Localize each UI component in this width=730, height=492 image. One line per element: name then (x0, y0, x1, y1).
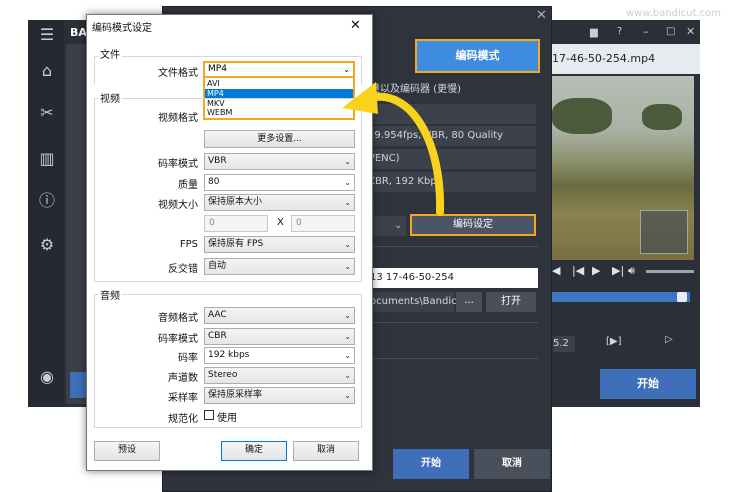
volume-slider[interactable] (646, 270, 694, 273)
seek-handle[interactable] (677, 292, 687, 302)
dialog-cancel-button[interactable]: 取消 (293, 441, 359, 461)
samplerate-label: 采样率 (168, 393, 198, 404)
watermark: www.bandicut.com (626, 8, 722, 19)
tutorial-arrow (342, 82, 445, 216)
next-icon[interactable]: ▶| (612, 264, 624, 277)
chevron-down-icon: ⌄ (344, 240, 351, 249)
close-icon[interactable]: ✕ (686, 25, 695, 38)
fps-label: FPS (179, 239, 198, 250)
volume-icon[interactable]: 🔊︎ (628, 264, 635, 278)
arrow-head (342, 82, 378, 114)
video-group-title: 视频 (98, 90, 122, 105)
dialog-title: 编码模式设定 (92, 23, 152, 34)
browse-folder-button[interactable]: ... (456, 292, 482, 312)
record-icon[interactable]: ◉ (38, 368, 56, 386)
minimize-icon[interactable]: – (643, 25, 649, 38)
open-folder-button[interactable]: 打开 (486, 292, 536, 312)
video-size-label: 视频大小 (158, 200, 198, 211)
output-dialog-close-icon[interactable]: ✕ (536, 8, 547, 23)
output-cancel-button[interactable]: 取消 (474, 449, 550, 479)
width-input[interactable]: 0 (204, 215, 268, 232)
seek-bar[interactable] (552, 292, 690, 302)
segments-icon[interactable]: ▥ (38, 150, 56, 168)
info-icon[interactable]: ⓘ (38, 192, 56, 210)
time-readout: 5.2 (553, 336, 575, 352)
video-format-label: 视频格式 (158, 113, 198, 124)
fps-select[interactable]: 保持原有 FPS ⌄ (204, 236, 355, 253)
menu-icon[interactable]: ☰ (38, 26, 56, 44)
normalize-checkbox-label[interactable]: 使用 (217, 409, 237, 424)
player-controls: ◀ |◀ ▶ ▶| 🔊︎ (552, 262, 700, 282)
minimap-overlay (640, 210, 688, 254)
cut-icon[interactable]: ✂ (38, 104, 56, 122)
output-start-button[interactable]: 开始 (393, 449, 469, 479)
dialog-close-icon[interactable]: ✕ (350, 18, 361, 33)
chevron-down-icon: ⌄ (344, 262, 351, 271)
gear-icon[interactable]: ⚙ (38, 236, 56, 254)
size-separator: X (277, 217, 284, 228)
chevron-down-icon: ⌄ (344, 311, 351, 320)
quality-label: 质量 (178, 180, 198, 191)
file-format-label: 文件格式 (158, 68, 198, 79)
help-icon[interactable]: ? (617, 26, 622, 37)
next-frame-icon[interactable]: |◀ (572, 264, 584, 277)
play-outline-icon[interactable]: ▷ (665, 334, 673, 345)
divider (360, 322, 538, 323)
bitrate-select[interactable]: 192 kbps ⌄ (204, 347, 355, 364)
channels-select[interactable]: Stereo ⌄ (204, 367, 355, 384)
chevron-down-icon: ⌄ (344, 332, 351, 341)
prev-icon[interactable]: ◀ (552, 264, 560, 277)
samplerate-select[interactable]: 保持原采样率 ⌄ (204, 387, 355, 404)
preset-button[interactable]: 预设 (94, 441, 160, 461)
normalize-label: 规范化 (168, 414, 198, 425)
channels-label: 声道数 (168, 373, 198, 384)
frame-step-button[interactable]: [▶] (606, 336, 622, 347)
preview-filename: 17-46-50-254.mp4 (552, 44, 700, 74)
chevron-down-icon: ⌄ (344, 351, 351, 360)
audio-format-select[interactable]: AAC ⌄ (204, 307, 355, 324)
divider (360, 246, 538, 247)
right-header (552, 20, 700, 44)
normalize-checkbox[interactable] (204, 410, 214, 420)
file-group-title: 文件 (98, 46, 122, 61)
chevron-down-icon: ⌄ (344, 371, 351, 380)
folder-icon[interactable]: ▆ (590, 27, 598, 38)
arrow-shaft (366, 92, 445, 216)
file-list-panel (66, 44, 88, 404)
folder-path-field[interactable]: ocuments\Bandicu (360, 292, 463, 312)
home-icon[interactable]: ⌂ (38, 62, 56, 80)
audio-rate-mode-select[interactable]: CBR ⌄ (204, 328, 355, 345)
start-button[interactable]: 开始 (600, 369, 696, 399)
video-rate-mode-label: 码率模式 (158, 159, 198, 170)
play-icon[interactable]: ▶ (592, 264, 600, 277)
deinterlace-label: 反交错 (168, 264, 198, 275)
filename-input[interactable]: 13 17-46-50-254 (360, 268, 538, 288)
audio-format-label: 音频格式 (158, 313, 198, 324)
encode-mode-button[interactable]: 编码模式 (415, 39, 540, 73)
audio-rate-mode-label: 码率模式 (158, 334, 198, 345)
audio-group-title: 音频 (98, 287, 122, 302)
deinterlace-select[interactable]: 自动 ⌄ (204, 258, 355, 275)
maximize-icon[interactable]: □ (666, 26, 675, 37)
divider (360, 358, 538, 359)
dialog-ok-button[interactable]: 确定 (221, 441, 287, 461)
bitrate-label: 码率 (178, 353, 198, 364)
chevron-down-icon: ⌄ (344, 391, 351, 400)
